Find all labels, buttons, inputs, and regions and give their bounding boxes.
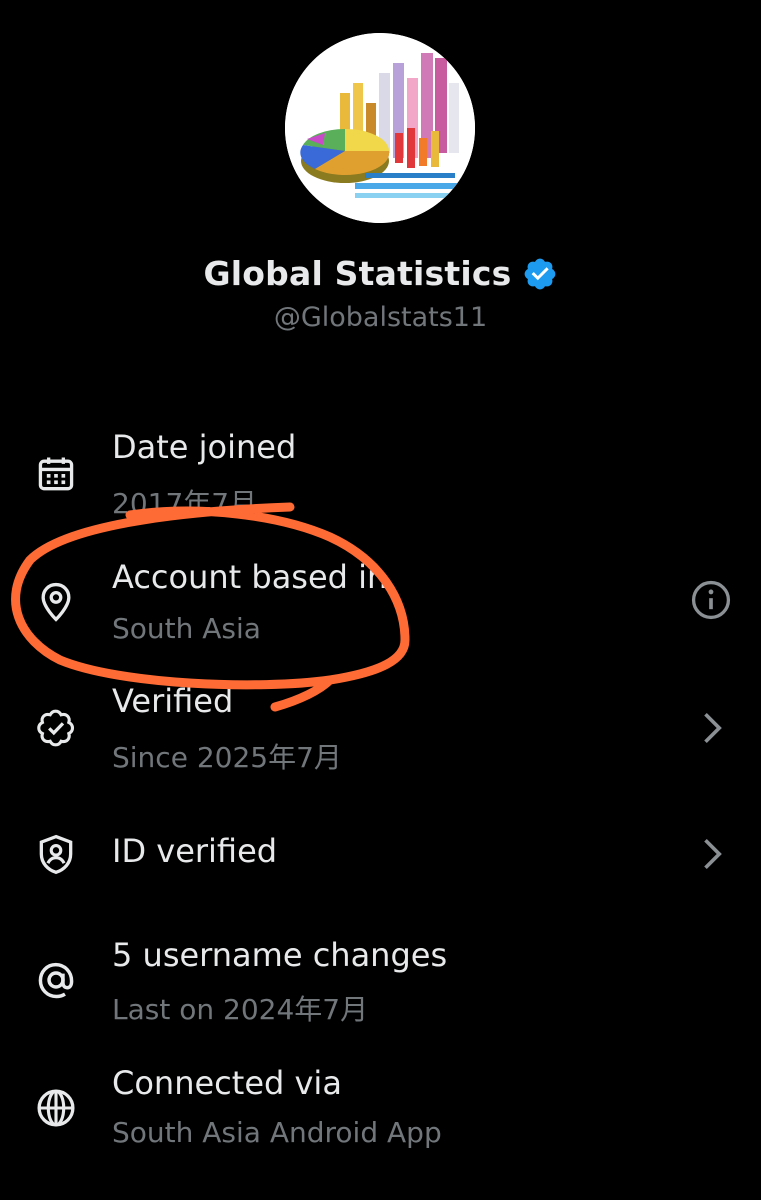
- row-title: 5 username changes: [112, 936, 448, 974]
- row-username-changes: 5 username changes Last on 2024年7月: [0, 930, 761, 1040]
- globe-icon: [37, 1089, 75, 1127]
- row-date-joined: Date joined 2017年7月: [0, 420, 761, 530]
- info-icon[interactable]: [689, 578, 733, 622]
- verified-badge-icon[interactable]: [522, 256, 558, 292]
- row-title: Account based in: [112, 558, 388, 596]
- id-shield-icon: [39, 834, 73, 875]
- row-id-verified[interactable]: ID verified: [0, 820, 761, 890]
- row-subtitle: Since 2025年7月: [112, 741, 342, 774]
- row-subtitle: South Asia Android App: [112, 1116, 442, 1149]
- calendar-icon: [38, 457, 74, 491]
- profile-avatar[interactable]: [285, 33, 475, 223]
- profile-handle: @Globalstats11: [273, 302, 488, 333]
- row-subtitle: Last on 2024年7月: [112, 993, 369, 1026]
- chevron-right-icon[interactable]: [689, 832, 733, 876]
- row-verified[interactable]: Verified Since 2025年7月: [0, 676, 761, 786]
- chevron-right-icon[interactable]: [689, 706, 733, 750]
- at-sign-icon: [38, 962, 74, 999]
- row-connected-via: Connected via South Asia Android App: [0, 1058, 761, 1168]
- row-title: Date joined: [112, 428, 297, 466]
- row-title: Connected via: [112, 1064, 342, 1102]
- row-subtitle: 2017年7月: [112, 487, 258, 520]
- location-pin-icon: [41, 582, 71, 622]
- row-title: ID verified: [112, 832, 278, 870]
- chart-logo-image: [285, 33, 475, 223]
- profile-name-row: Global Statistics: [0, 254, 761, 293]
- row-title: Verified: [112, 682, 234, 720]
- display-name: Global Statistics: [203, 254, 512, 293]
- row-subtitle: South Asia: [112, 612, 261, 645]
- verified-check-icon: [37, 709, 75, 747]
- row-account-based-in: Account based in South Asia: [0, 550, 761, 660]
